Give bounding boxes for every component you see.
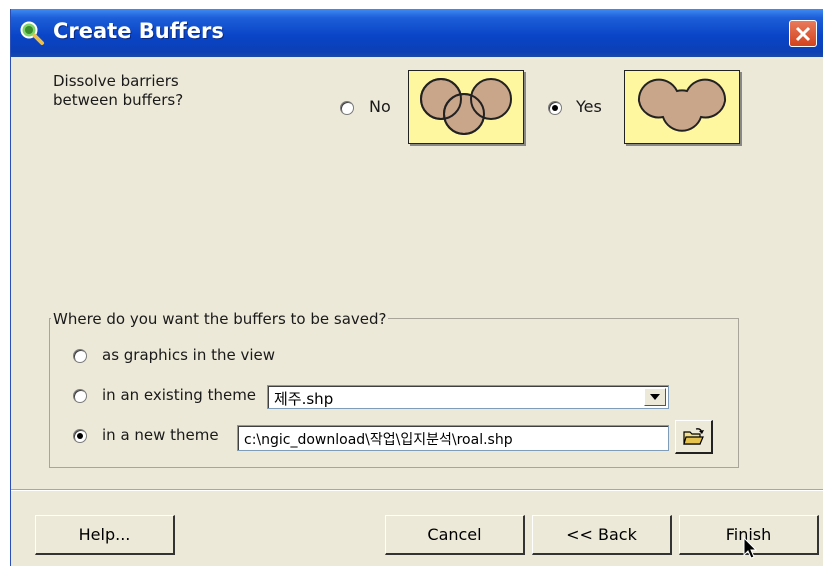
close-icon <box>795 26 811 42</box>
create-buffers-dialog: Create Buffers Dissolve barriers between… <box>10 9 823 566</box>
close-button[interactable] <box>789 20 817 47</box>
window-title: Create Buffers <box>53 19 224 43</box>
dissolve-no-radio[interactable] <box>340 101 354 115</box>
cancel-button[interactable]: Cancel <box>385 515 525 555</box>
save-location-group-label: Where do you want the buffers to be save… <box>51 310 389 328</box>
save-graphics-label[interactable]: as graphics in the view <box>102 346 275 364</box>
existing-theme-select[interactable]: 제주.shp <box>267 385 669 409</box>
save-new-theme-radio[interactable] <box>73 429 87 443</box>
new-theme-path-input[interactable]: c:\ngic_download\작업\입지분석\roal.shp <box>237 425 669 451</box>
new-theme-path-value: c:\ngic_download\작업\입지분석\roal.shp <box>244 432 513 448</box>
button-separator <box>11 489 823 491</box>
magnifier-globe-icon <box>20 21 44 45</box>
mouse-cursor-icon <box>743 537 758 559</box>
existing-theme-value: 제주.shp <box>274 390 334 408</box>
overlapping-buffers-icon <box>420 78 512 135</box>
save-existing-theme-label[interactable]: in an existing theme <box>102 386 256 404</box>
dissolve-preview <box>624 70 740 144</box>
no-dissolve-preview <box>408 70 524 144</box>
dissolve-no-label[interactable]: No <box>369 97 391 116</box>
dissolve-yes-radio[interactable] <box>548 101 562 115</box>
title-bar[interactable]: Create Buffers <box>11 9 823 57</box>
dissolve-question-label: Dissolve barriers between buffers? <box>53 72 184 109</box>
save-existing-theme-radio[interactable] <box>73 389 87 403</box>
browse-button[interactable] <box>675 420 713 454</box>
chevron-down-icon <box>650 394 660 400</box>
open-folder-icon <box>683 428 704 445</box>
dissolve-yes-label[interactable]: Yes <box>576 97 602 116</box>
back-button[interactable]: << Back <box>532 515 672 555</box>
save-graphics-radio[interactable] <box>73 349 87 363</box>
save-new-theme-label[interactable]: in a new theme <box>102 426 219 444</box>
existing-theme-dropdown-button[interactable] <box>644 388 666 406</box>
help-button[interactable]: Help... <box>35 515 175 555</box>
merged-buffers-icon <box>637 78 727 132</box>
